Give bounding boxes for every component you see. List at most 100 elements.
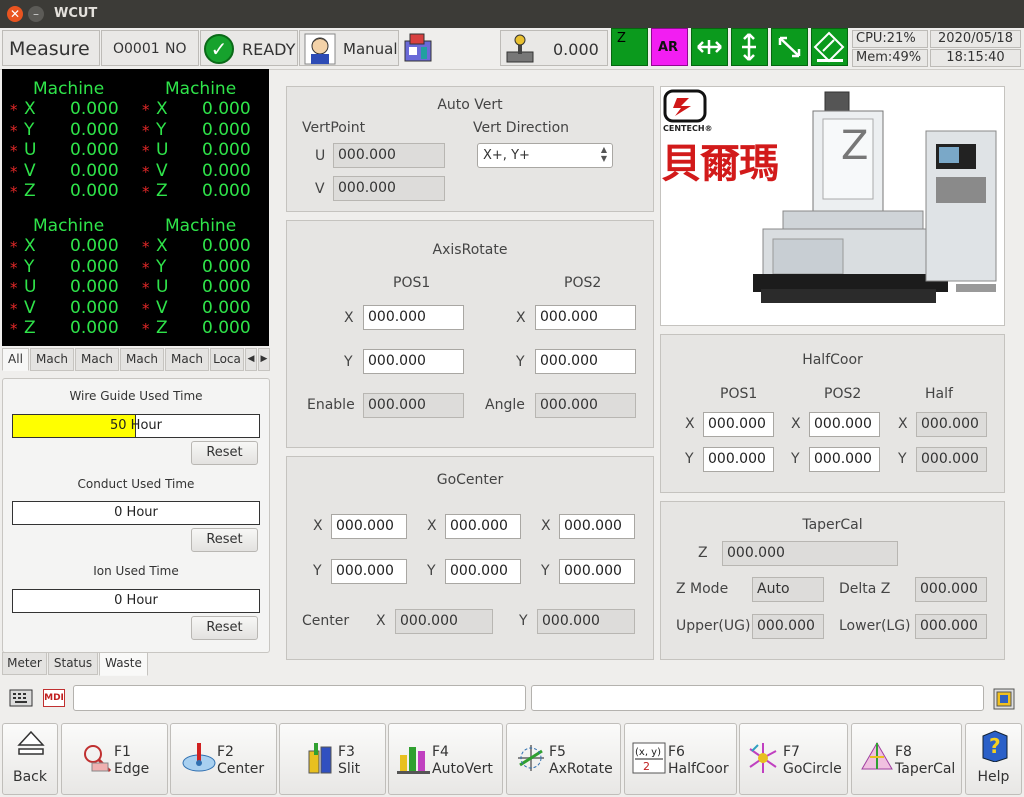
svg-text:(x, y): (x, y) <box>635 747 661 758</box>
gocenter-x2-input[interactable]: 000.000 <box>445 514 521 539</box>
deltaz-field[interactable]: 000.000 <box>915 577 987 602</box>
axis-value: 0.000 <box>70 318 119 338</box>
f3-slit-button[interactable]: F3 Slit <box>279 723 386 795</box>
tab-scroll-left-icon[interactable]: ◀ <box>245 348 257 371</box>
gocenter-title: GoCenter <box>436 472 504 488</box>
enable-label: Enable <box>307 397 355 413</box>
axrotate-icon <box>518 745 544 771</box>
tab-meter[interactable]: Meter <box>2 652 47 675</box>
status-light-icon[interactable] <box>993 688 1015 710</box>
ion-reset-button[interactable]: Reset <box>191 616 258 640</box>
u-field[interactable]: 000.000 <box>333 143 445 168</box>
tapercal-z-field[interactable]: 000.000 <box>722 541 898 566</box>
axisrotate-y1-input[interactable]: 000.000 <box>363 349 464 374</box>
axis-label: U <box>24 277 37 297</box>
center-x-field[interactable]: 000.000 <box>395 609 493 634</box>
tab-local[interactable]: Loca <box>210 348 244 371</box>
select-arrows-icon: ▲ ▼ <box>600 145 607 163</box>
halfcoor-x1-input[interactable]: 000.000 <box>703 412 774 437</box>
vertdir-label: Vert Direction <box>473 120 570 136</box>
halfcoor-y2-input[interactable]: 000.000 <box>809 447 880 472</box>
gocenter-x1-input[interactable]: 000.000 <box>331 514 407 539</box>
halfcoor-y1-input[interactable]: 000.000 <box>703 447 774 472</box>
autovert-title: Auto Vert <box>437 97 503 113</box>
tab-mach-2[interactable]: Mach <box>75 348 119 371</box>
f8-tapercal-button[interactable]: F8 TaperCal <box>851 723 962 795</box>
axis-status-star-icon: * <box>142 258 150 277</box>
center-icon <box>182 743 216 772</box>
f4-autovert-button[interactable]: F4 AutoVert <box>388 723 503 795</box>
gocenter-x3-input[interactable]: 000.000 <box>559 514 635 539</box>
center-label: Center <box>302 613 350 629</box>
diagonal-move-button[interactable] <box>771 28 808 66</box>
ar-button[interactable]: AR <box>651 28 688 66</box>
lower-label: Lower(LG) <box>839 618 911 634</box>
keyboard-icon[interactable] <box>9 687 33 709</box>
halfcoor-y-half-field[interactable]: 000.000 <box>916 447 987 472</box>
lower-field[interactable]: 000.000 <box>915 614 987 639</box>
block1-title-right: Machine <box>165 79 237 99</box>
axisrotate-y2-input[interactable]: 000.000 <box>535 349 636 374</box>
tab-mach-4[interactable]: Mach <box>165 348 209 371</box>
f2-center-button[interactable]: F2 Center <box>170 723 277 795</box>
v-field[interactable]: 000.000 <box>333 176 445 201</box>
halfcoor-x2-input[interactable]: 000.000 <box>809 412 880 437</box>
axis-label: V <box>24 297 36 318</box>
tab-scroll-right-icon[interactable]: ▶ <box>258 348 270 371</box>
tab-all[interactable]: All <box>2 348 29 371</box>
conduct-reset-button[interactable]: Reset <box>191 528 258 552</box>
tab-waste[interactable]: Waste <box>99 652 148 676</box>
horizontal-move-button[interactable] <box>691 28 728 66</box>
tab-status[interactable]: Status <box>48 652 98 675</box>
upper-field[interactable]: 000.000 <box>752 614 824 639</box>
minimize-icon[interactable]: – <box>28 6 44 22</box>
axis-status-star-icon: * <box>10 238 18 256</box>
z-button[interactable]: Z <box>611 28 648 66</box>
wire-value: 50 Hour <box>110 418 162 433</box>
gocenter-y2-input[interactable]: 000.000 <box>445 559 521 584</box>
zmode-field[interactable]: Auto <box>752 577 824 602</box>
back-button[interactable]: Back <box>2 723 58 795</box>
axis-label: Z <box>156 318 168 338</box>
f5-axrotate-button[interactable]: F5 AxRotate <box>506 723 621 795</box>
close-icon[interactable]: ✕ <box>7 6 23 22</box>
halfcoor-icon: (x, y) 2 <box>632 742 666 774</box>
tab-mach-3[interactable]: Mach <box>120 348 164 371</box>
axis-status-star-icon: * <box>10 162 18 181</box>
check-icon: ✓ <box>204 34 234 64</box>
axis-label: X <box>24 236 36 256</box>
joystick-icon <box>506 34 534 63</box>
autovert-icon <box>397 747 430 774</box>
axis-status-star-icon: * <box>10 101 18 119</box>
enable-field[interactable]: 000.000 <box>363 393 464 418</box>
angle-label: Angle <box>485 397 525 413</box>
axis-status-star-icon: * <box>142 299 150 318</box>
vertical-move-button[interactable] <box>731 28 768 66</box>
gocenter-panel: GoCenter X 000.000 X 000.000 X 000.000 Y… <box>286 456 654 660</box>
f6-halfcoor-button[interactable]: (x, y) 2 F6 HalfCoor <box>624 723 737 795</box>
wire-reset-button[interactable]: Reset <box>191 441 258 465</box>
rotate-button[interactable] <box>811 28 848 66</box>
f7-gocircle-button[interactable]: F7 GoCircle <box>739 723 848 795</box>
gocenter-y1-input[interactable]: 000.000 <box>331 559 407 584</box>
halfcoor-x-half-field[interactable]: 000.000 <box>916 412 987 437</box>
axis-value: 0.000 <box>202 119 251 140</box>
vertpoint-label: VertPoint <box>302 120 366 136</box>
axis-label: Z <box>24 318 36 338</box>
direction-select[interactable]: X+, Y+ ▲ ▼ <box>477 143 613 168</box>
help-button[interactable]: ? Help <box>965 723 1022 795</box>
command-input[interactable] <box>73 685 526 711</box>
axisrotate-x2-input[interactable]: 000.000 <box>535 305 636 330</box>
v-label: V <box>315 181 325 197</box>
axis-status-star-icon: * <box>142 279 150 297</box>
axisrotate-x1-input[interactable]: 000.000 <box>363 305 464 330</box>
mdi-icon[interactable]: MDI <box>43 689 65 707</box>
center-y-field[interactable]: 000.000 <box>537 609 635 634</box>
gocenter-y3-input[interactable]: 000.000 <box>559 559 635 584</box>
f1-edge-button[interactable]: F1 Edge <box>61 723 168 795</box>
axis-value: 0.000 <box>202 297 251 318</box>
message-input[interactable] <box>531 685 984 711</box>
angle-field[interactable]: 000.000 <box>535 393 636 418</box>
tapercal-panel: TaperCal Z 000.000 Z Mode Auto Delta Z 0… <box>660 501 1005 660</box>
tab-mach-1[interactable]: Mach <box>30 348 74 371</box>
